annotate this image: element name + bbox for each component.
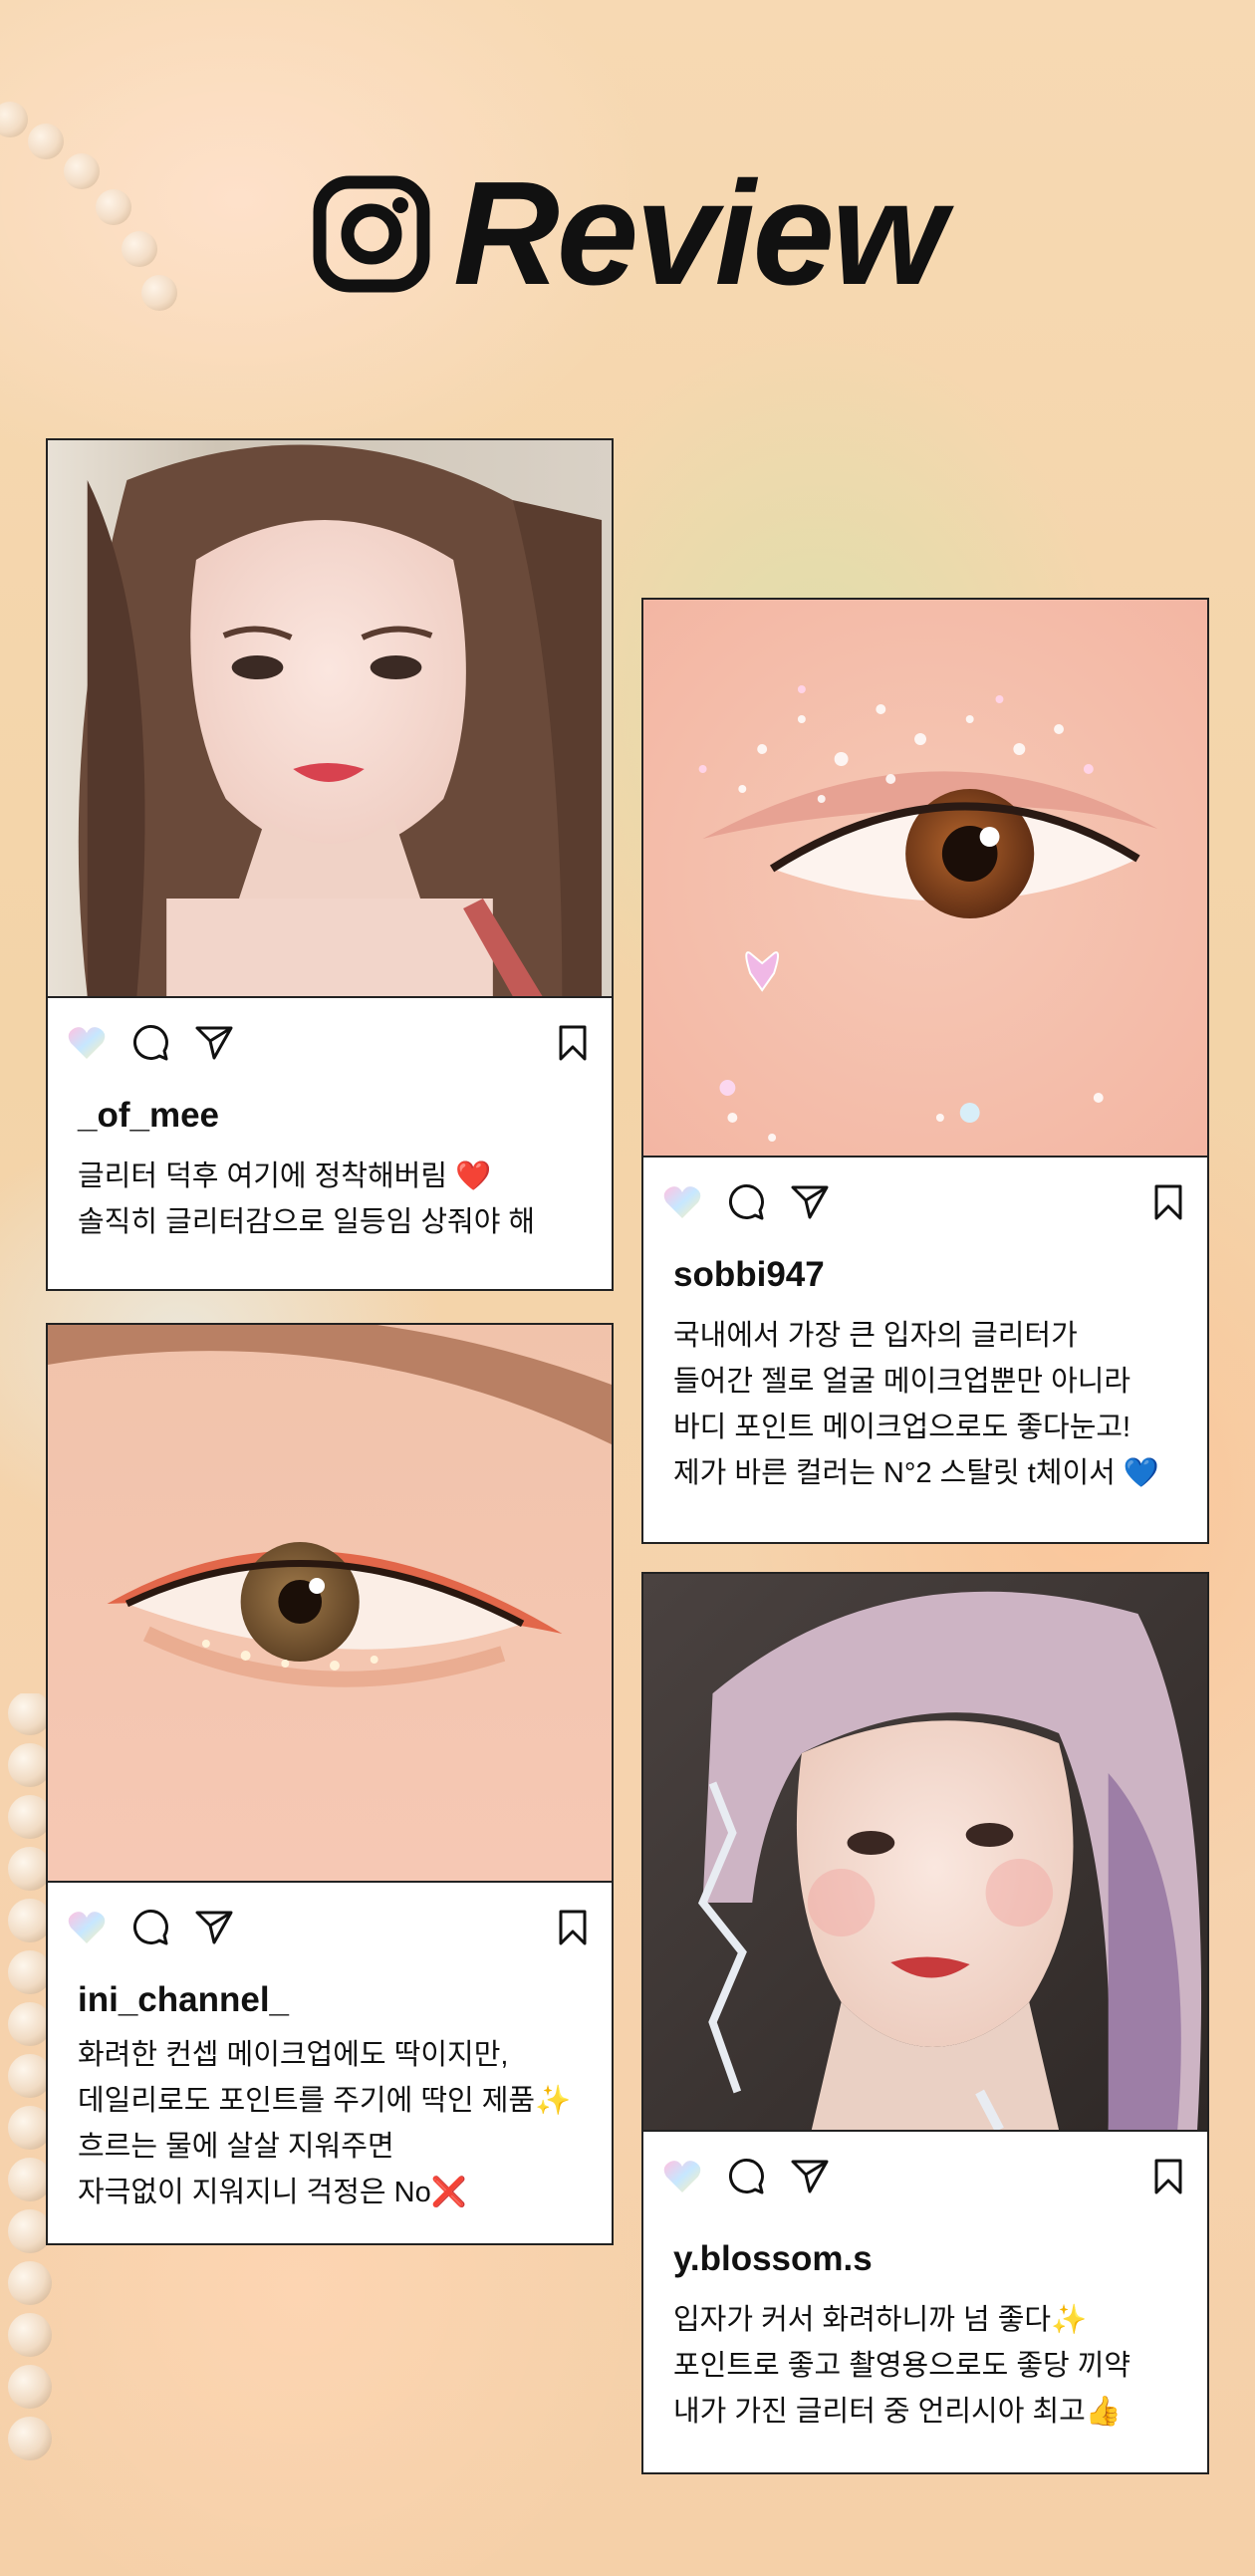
comment-icon[interactable] bbox=[725, 1181, 767, 1223]
post-username[interactable]: ini_channel_ bbox=[78, 1980, 289, 2020]
post-photo[interactable] bbox=[643, 1574, 1207, 2132]
caption-line: 바디 포인트 메이크업으로도 좋다눈고! bbox=[673, 1412, 1131, 1443]
comment-icon[interactable] bbox=[725, 2156, 767, 2197]
comment-icon[interactable] bbox=[129, 1907, 171, 1948]
post-card: ini_channel_ 화려한 컨셉 메이크업에도 딱이지만, 데일리로도 포… bbox=[46, 1323, 614, 2245]
post-photo[interactable] bbox=[48, 440, 612, 998]
post-caption: 화려한 컨셉 메이크업에도 딱이지만, 데일리로도 포인트를 주기에 딱인 제품… bbox=[78, 2032, 594, 2215]
post-caption: 국내에서 가장 큰 입자의 글리터가 들어간 젤로 얼굴 메이크업뿐만 아니라 … bbox=[673, 1313, 1189, 1496]
caption-line: 국내에서 가장 큰 입자의 글리터가 bbox=[673, 1320, 1078, 1352]
page-header: Review bbox=[0, 159, 1255, 309]
caption-line: 포인트로 좋고 촬영용으로도 좋당 끼약 bbox=[673, 2350, 1131, 2382]
caption-line: 입자가 커서 화려하니까 넘 좋다✨ bbox=[673, 2304, 1088, 2336]
post-photo[interactable] bbox=[48, 1325, 612, 1883]
post-actions bbox=[66, 1903, 594, 1952]
caption-line: 글리터 덕후 여기에 정착해버림 ❤️ bbox=[78, 1160, 492, 1192]
heart-icon[interactable] bbox=[66, 1907, 108, 1948]
share-icon[interactable] bbox=[789, 2156, 831, 2197]
share-icon[interactable] bbox=[193, 1907, 235, 1948]
post-actions bbox=[661, 1177, 1189, 1227]
post-actions bbox=[66, 1018, 594, 1068]
heart-icon[interactable] bbox=[661, 1181, 703, 1223]
heart-icon[interactable] bbox=[661, 2156, 703, 2197]
caption-line: 자극없이 지워지니 걱정은 No❌ bbox=[78, 2177, 467, 2208]
bookmark-icon[interactable] bbox=[1147, 1181, 1189, 1223]
post-caption: 입자가 커서 화려하니까 넘 좋다✨ 포인트로 좋고 촬영용으로도 좋당 끼약 … bbox=[673, 2297, 1189, 2435]
post-photo[interactable] bbox=[643, 600, 1207, 1158]
caption-line: 화려한 컨셉 메이크업에도 딱이지만, bbox=[78, 2039, 509, 2071]
post-caption: 글리터 덕후 여기에 정착해버림 ❤️ 솔직히 글리터감으로 일등임 상줘야 해 bbox=[78, 1154, 594, 1245]
bookmark-icon[interactable] bbox=[552, 1907, 594, 1948]
post-username[interactable]: _of_mee bbox=[78, 1096, 219, 1136]
caption-line: 제가 바른 컬러는 N°2 스탈릿 t체이서 💙 bbox=[673, 1457, 1160, 1489]
post-username[interactable]: sobbi947 bbox=[673, 1255, 825, 1295]
post-username[interactable]: y.blossom.s bbox=[673, 2239, 873, 2279]
instagram-icon bbox=[313, 175, 430, 293]
bookmark-icon[interactable] bbox=[1147, 2156, 1189, 2197]
post-actions bbox=[661, 2152, 1189, 2201]
post-card: y.blossom.s 입자가 커서 화려하니까 넘 좋다✨ 포인트로 좋고 촬… bbox=[641, 1572, 1209, 2474]
caption-line: 들어간 젤로 얼굴 메이크업뿐만 아니라 bbox=[673, 1366, 1131, 1398]
post-card: _of_mee 글리터 덕후 여기에 정착해버림 ❤️ 솔직히 글리터감으로 일… bbox=[46, 438, 614, 1291]
comment-icon[interactable] bbox=[129, 1022, 171, 1064]
share-icon[interactable] bbox=[789, 1181, 831, 1223]
heart-icon[interactable] bbox=[66, 1022, 108, 1064]
caption-line: 데일리로도 포인트를 주기에 딱인 제품✨ bbox=[78, 2085, 572, 2117]
post-card: sobbi947 국내에서 가장 큰 입자의 글리터가 들어간 젤로 얼굴 메이… bbox=[641, 598, 1209, 1544]
page-title: Review bbox=[452, 151, 946, 316]
bookmark-icon[interactable] bbox=[552, 1022, 594, 1064]
caption-line: 솔직히 글리터감으로 일등임 상줘야 해 bbox=[78, 1206, 536, 1238]
caption-line: 내가 가진 글리터 중 언리시아 최고👍 bbox=[673, 2396, 1122, 2428]
share-icon[interactable] bbox=[193, 1022, 235, 1064]
caption-line: 흐르는 물에 살살 지워주면 bbox=[78, 2131, 394, 2163]
